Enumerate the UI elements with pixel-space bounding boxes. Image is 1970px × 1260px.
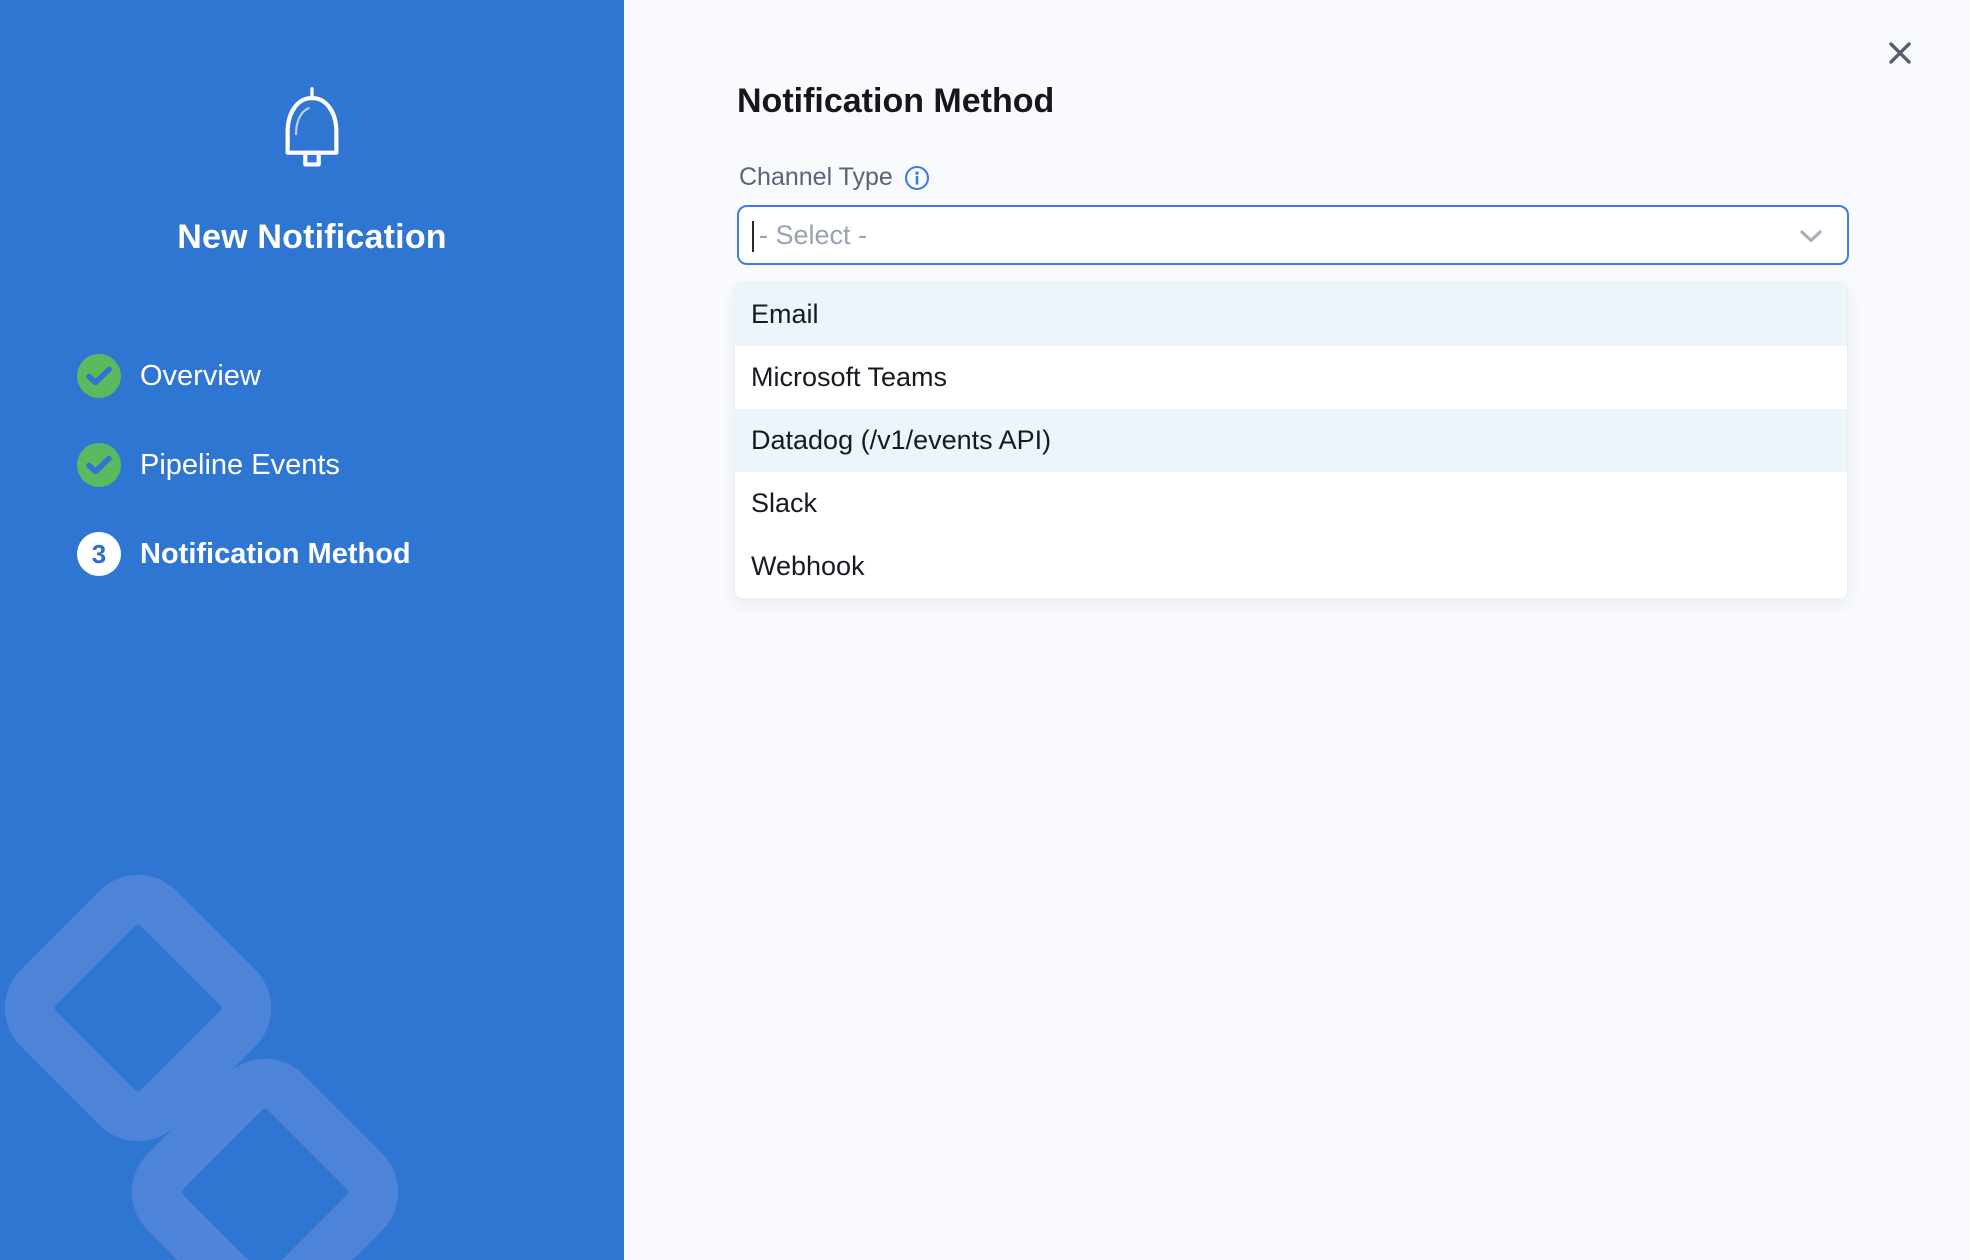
channel-type-label-row: Channel Type <box>739 163 930 192</box>
dropdown-option-microsoft-teams[interactable]: Microsoft Teams <box>735 346 1847 409</box>
dropdown-option-label: Email <box>751 299 819 330</box>
step-label: Pipeline Events <box>140 449 340 482</box>
channel-type-dropdown: Email Microsoft Teams Datadog (/v1/event… <box>734 282 1848 599</box>
dropdown-option-label: Webhook <box>751 551 865 582</box>
notification-method-panel: Notification Method Channel Type <box>624 0 1970 1260</box>
close-button[interactable] <box>1882 35 1918 71</box>
step-label: Overview <box>140 360 261 393</box>
channel-type-label: Channel Type <box>739 163 893 192</box>
step-pipeline-events[interactable]: Pipeline Events <box>77 443 411 487</box>
info-icon[interactable] <box>904 165 930 191</box>
step-number: 3 <box>92 539 106 570</box>
check-circle-icon <box>77 443 121 487</box>
step-label: Notification Method <box>140 538 411 571</box>
channel-type-select[interactable] <box>737 205 1849 265</box>
new-notification-modal: New Notification Overview Pipeline Event… <box>0 0 1970 1260</box>
dropdown-option-label: Microsoft Teams <box>751 362 947 393</box>
check-circle-icon <box>77 354 121 398</box>
dropdown-option-slack[interactable]: Slack <box>735 472 1847 535</box>
wizard-sidebar: New Notification Overview Pipeline Event… <box>0 0 624 1260</box>
dropdown-option-label: Datadog (/v1/events API) <box>751 425 1051 456</box>
wizard-steps: Overview Pipeline Events 3 Notification … <box>77 354 411 576</box>
page-title: Notification Method <box>737 82 1054 121</box>
dropdown-option-email[interactable]: Email <box>735 283 1847 346</box>
dropdown-option-datadog[interactable]: Datadog (/v1/events API) <box>735 409 1847 472</box>
step-number-badge: 3 <box>77 532 121 576</box>
step-notification-method[interactable]: 3 Notification Method <box>77 532 411 576</box>
dropdown-option-webhook[interactable]: Webhook <box>735 535 1847 598</box>
close-icon <box>1885 38 1915 68</box>
text-caret <box>752 221 754 252</box>
step-overview[interactable]: Overview <box>77 354 411 398</box>
wizard-title: New Notification <box>0 218 624 257</box>
channel-type-input[interactable] <box>739 207 1847 263</box>
bell-icon <box>0 86 624 174</box>
dropdown-option-label: Slack <box>751 488 817 519</box>
